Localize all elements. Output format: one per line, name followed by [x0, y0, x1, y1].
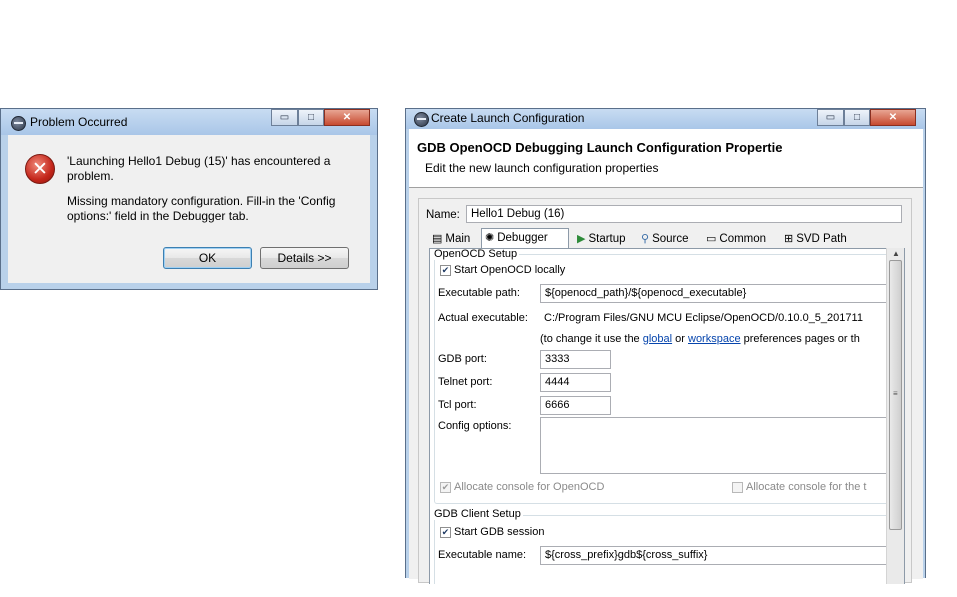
problem-dialog-titlebar[interactable]: Problem Occurred ▭ □ ✕ — [1, 109, 377, 135]
startup-tab-icon: ▶ — [577, 233, 586, 245]
problem-dialog-title: Problem Occurred — [30, 115, 128, 129]
allocate-console-t-label: Allocate console for the t — [746, 481, 867, 493]
name-field[interactable]: Hello1 Debug (16) — [466, 205, 902, 223]
debugger-tab-content: OpenOCD Setup ✔ Start OpenOCD locally Ex… — [429, 248, 905, 584]
debugger-tab-icon: ✺ — [485, 232, 495, 244]
tab-common[interactable]: ▭ Common — [703, 230, 779, 248]
config-options-field[interactable] — [540, 417, 904, 474]
tab-svd-path-label: SVD Path — [796, 233, 847, 246]
tab-common-label: Common — [719, 233, 767, 246]
tab-main-label: Main — [445, 233, 471, 246]
scroll-grip-icon: ≡ — [893, 389, 898, 398]
gdb-client-group-title: GDB Client Setup — [432, 508, 523, 520]
problem-message-line1: 'Launching Hello1 Debug (15)' has encoun… — [67, 154, 331, 168]
maximize-button[interactable]: □ — [844, 109, 870, 126]
scroll-up-arrow-icon[interactable]: ▲ — [892, 249, 900, 258]
change-hint: (to change it use the global or workspac… — [540, 333, 860, 345]
problem-detail-line2: options:' field in the Debugger tab. — [67, 209, 249, 223]
problem-message-line2: problem. — [67, 169, 114, 183]
maximize-button[interactable]: □ — [298, 109, 324, 126]
actual-exec-value: C:/Program Files/GNU MCU Eclipse/OpenOCD… — [544, 312, 863, 324]
change-hint-or: or — [672, 333, 688, 345]
minimize-button[interactable]: ▭ — [817, 109, 844, 126]
header-separator — [409, 187, 923, 188]
tab-debugger-label: Debugger — [497, 232, 548, 245]
launch-dialog-client: GDB OpenOCD Debugging Launch Configurati… — [409, 129, 923, 584]
config-panel: Name: Hello1 Debug (16) ▤ Main ✺ Debugger … — [418, 198, 912, 584]
eclipse-app-icon — [11, 116, 26, 131]
gdb-exec-name-field[interactable]: ${cross_prefix}gdb${cross_suffix} — [540, 546, 904, 565]
close-button[interactable]: ✕ — [324, 109, 370, 126]
exec-path-field[interactable]: ${openocd_path}/${openocd_executable} — [540, 284, 904, 303]
config-options-label: Config options: — [438, 420, 512, 432]
launch-dialog-header: GDB OpenOCD Debugging Launch Configurati… — [409, 129, 923, 187]
main-tab-icon: ▤ — [432, 233, 443, 245]
tcl-port-field[interactable]: 6666 — [540, 396, 611, 415]
problem-dialog: Problem Occurred ▭ □ ✕ ✕ 'Launching Hell… — [0, 108, 378, 290]
launch-dialog-titlebar[interactable]: Create Launch Configuration ▭ □ ✕ — [406, 109, 925, 129]
start-openocd-checkbox[interactable]: ✔ — [440, 265, 451, 276]
tab-svd-path[interactable]: ⊞ SVD Path — [781, 230, 857, 248]
problem-dialog-body: ✕ 'Launching Hello1 Debug (15)' has enco… — [8, 135, 370, 283]
allocate-console-openocd-checkbox[interactable]: ✔ — [440, 482, 451, 493]
error-icon: ✕ — [25, 154, 55, 184]
gdb-port-label: GDB port: — [438, 353, 487, 365]
telnet-port-label: Telnet port: — [438, 376, 493, 388]
vertical-scrollbar[interactable]: ▲ ≡ — [886, 248, 904, 584]
header-subtitle: Edit the new launch configuration proper… — [425, 161, 659, 175]
header-title: GDB OpenOCD Debugging Launch Configurati… — [417, 140, 783, 155]
actual-exec-label: Actual executable: — [438, 312, 528, 324]
gdb-exec-name-label: Executable name: — [438, 549, 527, 561]
minimize-button[interactable]: ▭ — [271, 109, 298, 126]
source-tab-icon: ⚲ — [641, 233, 650, 245]
gdb-port-field[interactable]: 3333 — [540, 350, 611, 369]
allocate-console-t-checkbox[interactable] — [732, 482, 743, 493]
svd-tab-icon: ⊞ — [784, 233, 794, 245]
tab-startup-label: Startup — [588, 233, 626, 246]
details-button[interactable]: Details >> — [260, 247, 349, 269]
tab-debugger[interactable]: ✺ Debugger — [481, 228, 569, 248]
exec-path-label: Executable path: — [438, 287, 520, 299]
launch-dialog-title: Create Launch Configuration — [431, 111, 585, 125]
start-gdb-session-label: Start GDB session — [454, 526, 545, 538]
launch-config-dialog: Create Launch Configuration ▭ □ ✕ GDB Op… — [405, 108, 926, 584]
tab-main[interactable]: ▤ Main — [429, 230, 481, 248]
tab-source-label: Source — [652, 233, 689, 246]
eclipse-app-icon — [414, 112, 429, 127]
allocate-console-openocd-label: Allocate console for OpenOCD — [454, 481, 605, 493]
tcl-port-label: Tcl port: — [438, 399, 477, 411]
close-button[interactable]: ✕ — [870, 109, 916, 126]
common-tab-icon: ▭ — [706, 233, 717, 245]
openocd-group-title: OpenOCD Setup — [432, 248, 520, 260]
start-gdb-session-checkbox[interactable]: ✔ — [440, 527, 451, 538]
global-link[interactable]: global — [643, 333, 672, 345]
problem-detail-line1: Missing mandatory configuration. Fill-in… — [67, 194, 336, 208]
tab-source[interactable]: ⚲ Source — [638, 230, 701, 248]
change-hint-suffix: preferences pages or th — [740, 333, 860, 345]
tab-startup[interactable]: ▶ Startup — [574, 230, 636, 248]
scrollbar-thumb[interactable]: ≡ — [889, 260, 902, 530]
start-openocd-label: Start OpenOCD locally — [454, 264, 566, 276]
change-hint-prefix: (to change it use the — [540, 333, 643, 345]
ok-button[interactable]: OK — [163, 247, 252, 269]
name-label: Name: — [426, 209, 460, 221]
tab-strip: ▤ Main ✺ Debugger ▶ Startup ⚲ Source ▭ Common… — [429, 228, 899, 248]
telnet-port-field[interactable]: 4444 — [540, 373, 611, 392]
workspace-link[interactable]: workspace — [688, 333, 741, 345]
